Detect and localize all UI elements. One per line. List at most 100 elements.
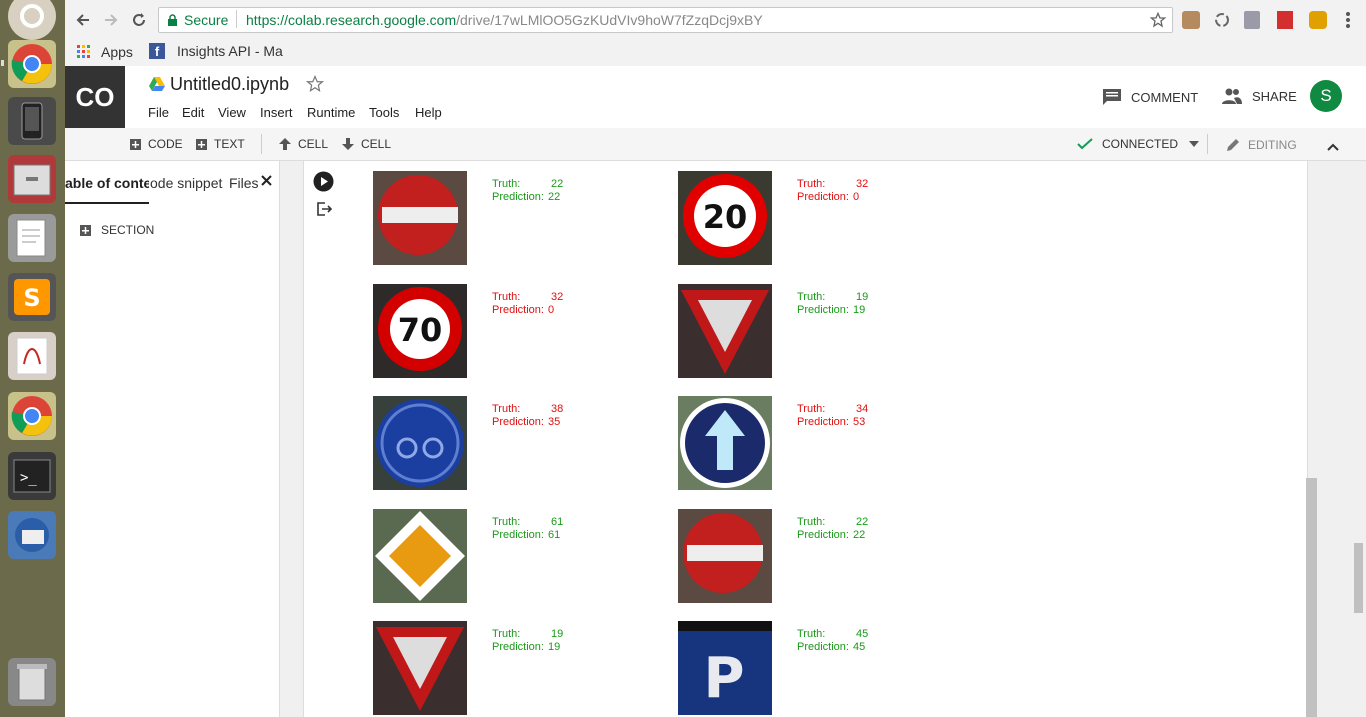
extension-icon[interactable] <box>1182 11 1200 29</box>
run-cell-button[interactable] <box>313 171 334 197</box>
truth-value: 34 <box>856 403 869 415</box>
output-scrollbar[interactable] <box>1306 478 1317 717</box>
connected-label: CONNECTED <box>1102 137 1179 151</box>
chrome-icon[interactable] <box>8 392 56 440</box>
comment-button[interactable]: COMMENT <box>1102 88 1198 106</box>
prediction-value: 61 <box>547 529 561 541</box>
truth-value: 61 <box>551 516 564 528</box>
prediction-key: Prediction: <box>492 529 544 541</box>
play-icon <box>313 171 334 192</box>
tab-code-snippets[interactable]: ode snippet <box>150 175 222 191</box>
add-section-button[interactable]: SECTION <box>80 223 154 237</box>
yield-sign-image <box>373 621 467 715</box>
chrome-icon[interactable] <box>8 40 56 88</box>
avatar[interactable]: S <box>1310 80 1342 112</box>
menu-tools[interactable]: Tools <box>369 105 399 120</box>
editing-mode[interactable]: EDITING <box>1225 137 1297 153</box>
share-button[interactable]: SHARE <box>1222 88 1297 104</box>
prediction-key: Prediction: <box>797 304 849 316</box>
prediction-value: 0 <box>547 304 555 316</box>
add-code-button[interactable]: CODE <box>130 137 183 151</box>
prediction-key: Prediction: <box>797 529 849 541</box>
yield-sign-image <box>678 284 772 378</box>
phone-icon[interactable] <box>8 97 56 145</box>
page-scrollbar-thumb[interactable] <box>1354 543 1363 613</box>
thunderbird-icon[interactable] <box>8 511 56 559</box>
prediction-label: Truth: 32 Prediction: 0 <box>492 291 563 317</box>
chevron-down-icon <box>1189 141 1200 147</box>
prediction-value: 53 <box>852 416 866 428</box>
bicycle-sign-image <box>373 396 467 490</box>
move-cell-up-button[interactable]: CELL <box>279 137 328 151</box>
text-editor-icon[interactable] <box>8 214 56 262</box>
document-viewer-icon[interactable] <box>8 332 56 380</box>
page-scrollbar[interactable] <box>1352 161 1366 717</box>
collapse-header-button[interactable] <box>1327 138 1339 156</box>
apps-bookmark[interactable]: Apps <box>77 44 133 60</box>
reload-icon[interactable] <box>127 8 151 32</box>
cell-down-label: CELL <box>361 137 392 151</box>
truth-value: 19 <box>856 291 869 303</box>
menu-help[interactable]: Help <box>415 105 442 120</box>
menu-view[interactable]: View <box>218 105 246 120</box>
prediction-label: Truth: 22 Prediction: 22 <box>492 178 563 204</box>
prediction-label: Truth: 19 Prediction: 19 <box>797 291 868 317</box>
svg-text:>_: >_ <box>20 470 37 486</box>
back-icon[interactable] <box>71 8 95 32</box>
svg-text:P: P <box>703 646 744 711</box>
comment-icon <box>1103 89 1121 105</box>
terminal-icon[interactable]: >_ <box>8 452 56 500</box>
speed-20-sign-image: 20 <box>678 171 772 265</box>
star-icon[interactable] <box>1150 12 1166 28</box>
parking-sign-image: P <box>678 621 772 715</box>
truth-key: Truth: <box>797 516 826 528</box>
move-cell-down-button[interactable]: CELL <box>342 137 391 151</box>
menu-icon[interactable] <box>1346 10 1350 30</box>
prediction-value: 22 <box>852 529 866 541</box>
prediction-value: 19 <box>852 304 866 316</box>
close-icon <box>261 175 272 186</box>
prediction-label: Truth: 61 Prediction: 61 <box>492 516 563 542</box>
insights-bookmark[interactable]: f Insights API - Ma <box>149 43 283 59</box>
sublime-icon[interactable]: S <box>8 273 56 321</box>
recycle-icon[interactable] <box>1213 11 1231 29</box>
menu-insert[interactable]: Insert <box>260 105 293 120</box>
menu-runtime[interactable]: Runtime <box>307 105 355 120</box>
gift-extension-icon[interactable] <box>1309 11 1327 29</box>
ubuntu-icon[interactable] <box>8 0 56 40</box>
secure-label: Secure <box>184 12 229 28</box>
prediction-key: Prediction: <box>492 191 544 203</box>
add-text-button[interactable]: TEXT <box>196 137 245 151</box>
truth-value: 19 <box>551 628 564 640</box>
profile-extension-icon[interactable] <box>1244 11 1260 29</box>
tab-table-of-contents[interactable]: able of conten <box>65 175 149 204</box>
menu-file[interactable]: File <box>148 105 169 120</box>
prediction-value: 19 <box>547 641 561 653</box>
svg-text:70: 70 <box>398 311 443 349</box>
bookmark-extension-icon[interactable] <box>1277 11 1293 29</box>
notebook-title[interactable]: Untitled0.ipynb <box>170 74 289 95</box>
no-entry-sign-image <box>373 171 467 265</box>
address-bar[interactable]: Secure https://colab.research.google.com… <box>158 7 1173 33</box>
trash-icon[interactable] <box>8 658 56 706</box>
menu-edit[interactable]: Edit <box>182 105 204 120</box>
files-icon[interactable] <box>8 155 56 203</box>
arrow-up-icon <box>279 138 291 150</box>
colab-header: CO Untitled0.ipynb File Edit View Insert… <box>65 66 1366 128</box>
colab-logo[interactable]: CO <box>65 66 125 128</box>
truth-key: Truth: <box>492 291 521 303</box>
prediction-value: 45 <box>852 641 866 653</box>
star-icon[interactable] <box>306 75 324 93</box>
truth-key: Truth: <box>797 628 826 640</box>
no-entry-sign-image <box>678 509 772 603</box>
output-actions-button[interactable] <box>316 201 333 222</box>
forward-icon[interactable] <box>99 8 123 32</box>
close-sidebar-button[interactable] <box>261 173 272 191</box>
drive-icon <box>149 77 165 91</box>
tab-files[interactable]: Files <box>229 175 259 191</box>
lock-icon <box>168 14 177 26</box>
prediction-key: Prediction: <box>492 641 544 653</box>
ubuntu-launcher: S >_ <box>0 0 65 717</box>
prediction-label: Truth: 45 Prediction: 45 <box>797 628 868 654</box>
connection-status[interactable]: CONNECTED <box>1077 137 1200 151</box>
